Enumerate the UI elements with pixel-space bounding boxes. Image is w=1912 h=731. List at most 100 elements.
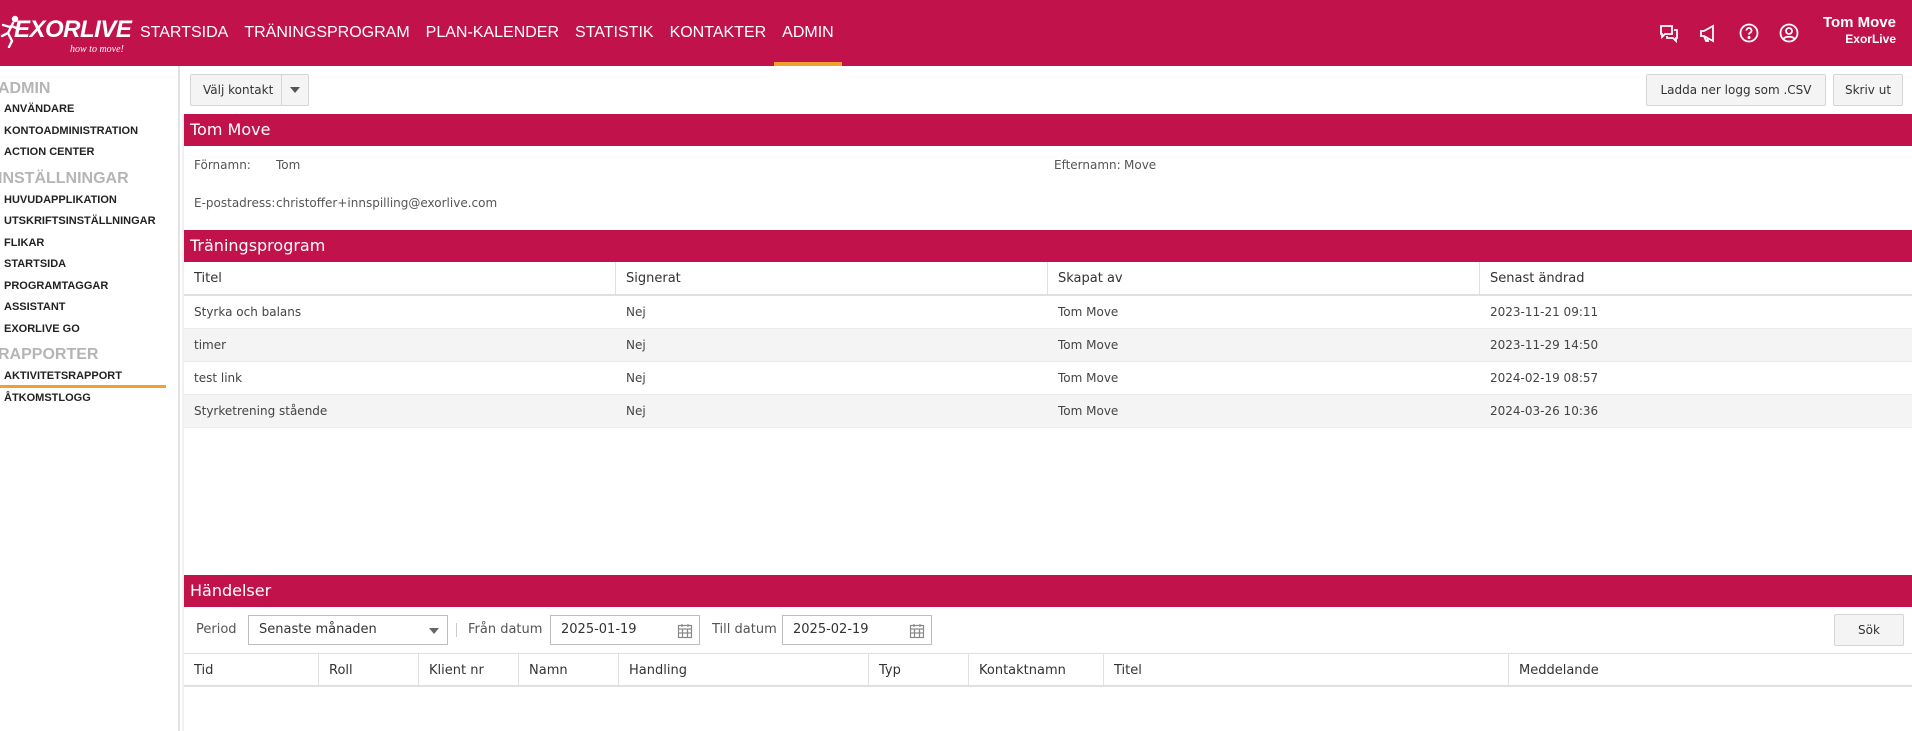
search-button[interactable]: Sök: [1834, 614, 1904, 646]
period-label: Period: [196, 622, 237, 637]
table-row[interactable]: Styrketrening stående Nej Tom Move 2024-…: [184, 395, 1912, 428]
col-typ[interactable]: Typ: [869, 654, 969, 685]
cell-title: Styrketrening stående: [194, 404, 328, 418]
help-icon[interactable]: [1736, 20, 1762, 46]
sidebar-item-utskriftsinstallningar[interactable]: UTSKRIFTSINSTÄLLNINGAR: [0, 211, 178, 233]
cell-signed: Nej: [626, 371, 646, 385]
cell-created-by: Tom Move: [1058, 404, 1119, 418]
main-nav: STARTSIDA TRÄNINGSPROGRAM PLAN-KALENDER …: [132, 0, 842, 66]
last-name-value: Move: [1124, 158, 1157, 172]
last-name-label: Efternamn:: [1054, 158, 1121, 172]
chevron-down-icon: [429, 628, 439, 634]
cell-created-by: Tom Move: [1058, 305, 1119, 319]
chevron-down-icon: [280, 75, 308, 105]
nav-kontakter[interactable]: KONTAKTER: [662, 0, 775, 66]
col-meddelande[interactable]: Meddelande: [1509, 654, 1912, 685]
sidebar-item-exorlive-go[interactable]: EXORLIVE GO: [0, 319, 178, 341]
select-contact-label: Välj kontakt: [203, 83, 274, 97]
training-programs-heading: Träningsprogram: [184, 230, 1912, 262]
table-row[interactable]: timer Nej Tom Move 2023-11-29 14:50: [184, 329, 1912, 362]
col-skapat-av[interactable]: Skapat av: [1048, 262, 1480, 294]
logo-tagline: how to move!: [70, 44, 124, 55]
col-handling[interactable]: Handling: [619, 654, 869, 685]
col-kontaktnamn[interactable]: Kontaktnamn: [969, 654, 1104, 685]
cell-modified: 2024-03-26 10:36: [1490, 404, 1599, 418]
chat-icon[interactable]: [1656, 20, 1682, 46]
admin-sidebar: ADMIN ANVÄNDARE KONTOADMINISTRATION ACTI…: [0, 66, 180, 731]
to-date-input[interactable]: 2025-02-19: [782, 615, 932, 645]
period-select[interactable]: Senaste månaden: [248, 615, 448, 645]
sidebar-item-assistant[interactable]: ASSISTANT: [0, 297, 178, 319]
nav-statistik[interactable]: STATISTIK: [567, 0, 662, 66]
main-content: Välj kontakt Ladda ner logg som .CSV Skr…: [182, 66, 1912, 731]
cell-created-by: Tom Move: [1058, 338, 1119, 352]
exorlive-logo[interactable]: EXORLIVE how to move!: [0, 12, 132, 56]
sidebar-group-installningar: INSTÄLLNINGAR: [0, 169, 129, 187]
events-filter-bar: Period Senaste månaden Från datum 2025-0…: [184, 607, 1912, 653]
table-row[interactable]: test link Nej Tom Move 2024-02-19 08:57: [184, 362, 1912, 395]
print-button[interactable]: Skriv ut: [1833, 74, 1903, 106]
sidebar-item-atkomstlogg[interactable]: ÅTKOMSTLOGG: [0, 388, 178, 410]
to-date-label: Till datum: [712, 622, 777, 637]
filter-divider: [456, 623, 457, 637]
logo-text: EXORLIVE: [14, 16, 132, 43]
col-namn[interactable]: Namn: [519, 654, 619, 685]
first-name-label: Förnamn:: [194, 158, 251, 172]
first-name-value: Tom: [276, 158, 301, 172]
programs-table-header: Titel Signerat Skapat av Senast ändrad: [184, 262, 1912, 296]
from-date-value: 2025-01-19: [561, 622, 637, 637]
cell-modified: 2023-11-21 09:11: [1490, 305, 1599, 319]
from-date-input[interactable]: 2025-01-19: [550, 615, 700, 645]
sidebar-item-startsida[interactable]: STARTSIDA: [0, 254, 178, 276]
email-label: E-postadress:: [194, 196, 276, 210]
events-section: Händelser Period Senaste månaden Från da…: [184, 575, 1912, 731]
to-date-value: 2025-02-19: [793, 622, 869, 637]
nav-plan-kalender[interactable]: PLAN-KALENDER: [418, 0, 567, 66]
sidebar-item-anvandare[interactable]: ANVÄNDARE: [0, 99, 178, 121]
cell-title: Styrka och balans: [194, 305, 302, 319]
select-contact-dropdown[interactable]: Välj kontakt: [190, 74, 309, 106]
events-heading: Händelser: [184, 575, 1912, 607]
cell-created-by: Tom Move: [1058, 371, 1119, 385]
sidebar-item-kontoadministration[interactable]: KONTOADMINISTRATION: [0, 121, 178, 143]
sidebar-item-action-center[interactable]: ACTION CENTER: [0, 142, 178, 164]
contact-heading: Tom Move: [184, 114, 1912, 146]
table-row[interactable]: Styrka och balans Nej Tom Move 2023-11-2…: [184, 296, 1912, 329]
cell-modified: 2024-02-19 08:57: [1490, 371, 1599, 385]
account-icon[interactable]: [1776, 20, 1802, 46]
sidebar-group-rapporter: RAPPORTER: [0, 346, 99, 363]
megaphone-icon[interactable]: [1696, 20, 1722, 46]
col-tid[interactable]: Tid: [184, 654, 319, 685]
cell-title: test link: [194, 371, 243, 385]
sidebar-item-aktivitetsrapport[interactable]: AKTIVITETSRAPPORT: [0, 366, 166, 388]
period-value: Senaste månaden: [259, 622, 377, 637]
col-senast-andrad[interactable]: Senast ändrad: [1480, 262, 1912, 294]
top-navigation-bar: EXORLIVE how to move! STARTSIDA TRÄNINGS…: [0, 0, 1912, 66]
sidebar-item-programtaggar[interactable]: PROGRAMTAGGAR: [0, 276, 178, 298]
col-roll[interactable]: Roll: [319, 654, 419, 685]
col-signerat[interactable]: Signerat: [616, 262, 1048, 294]
user-organization: ExorLive: [1845, 32, 1896, 46]
nav-traningsprogram[interactable]: TRÄNINGSPROGRAM: [236, 0, 417, 66]
sidebar-item-flikar[interactable]: FLIKAR: [0, 233, 178, 255]
calendar-icon[interactable]: [677, 623, 693, 639]
sidebar-group-admin: ADMIN: [0, 80, 51, 97]
download-csv-button[interactable]: Ladda ner logg som .CSV: [1646, 74, 1826, 106]
col-titel[interactable]: Titel: [1104, 654, 1509, 685]
nav-admin[interactable]: ADMIN: [774, 0, 842, 66]
sidebar-item-huvudapplikation[interactable]: HUVUDAPPLIKATION: [0, 190, 178, 212]
calendar-icon[interactable]: [909, 623, 925, 639]
email-value: christoffer+innspilling@exorlive.com: [276, 196, 498, 210]
events-table-header: Tid Roll Klient nr Namn Handling Typ Kon…: [184, 653, 1912, 687]
cell-signed: Nej: [626, 404, 646, 418]
nav-startsida[interactable]: STARTSIDA: [132, 0, 236, 66]
from-date-label: Från datum: [468, 622, 543, 637]
report-toolbar: Välj kontakt Ladda ner logg som .CSV Skr…: [182, 66, 1912, 114]
cell-modified: 2023-11-29 14:50: [1490, 338, 1599, 352]
cell-signed: Nej: [626, 338, 646, 352]
col-klient-nr[interactable]: Klient nr: [419, 654, 519, 685]
col-titel[interactable]: Titel: [184, 262, 616, 294]
user-menu[interactable]: Tom Move ExorLive: [1823, 14, 1896, 46]
user-name: Tom Move: [1822, 14, 1896, 31]
cell-signed: Nej: [626, 305, 646, 319]
